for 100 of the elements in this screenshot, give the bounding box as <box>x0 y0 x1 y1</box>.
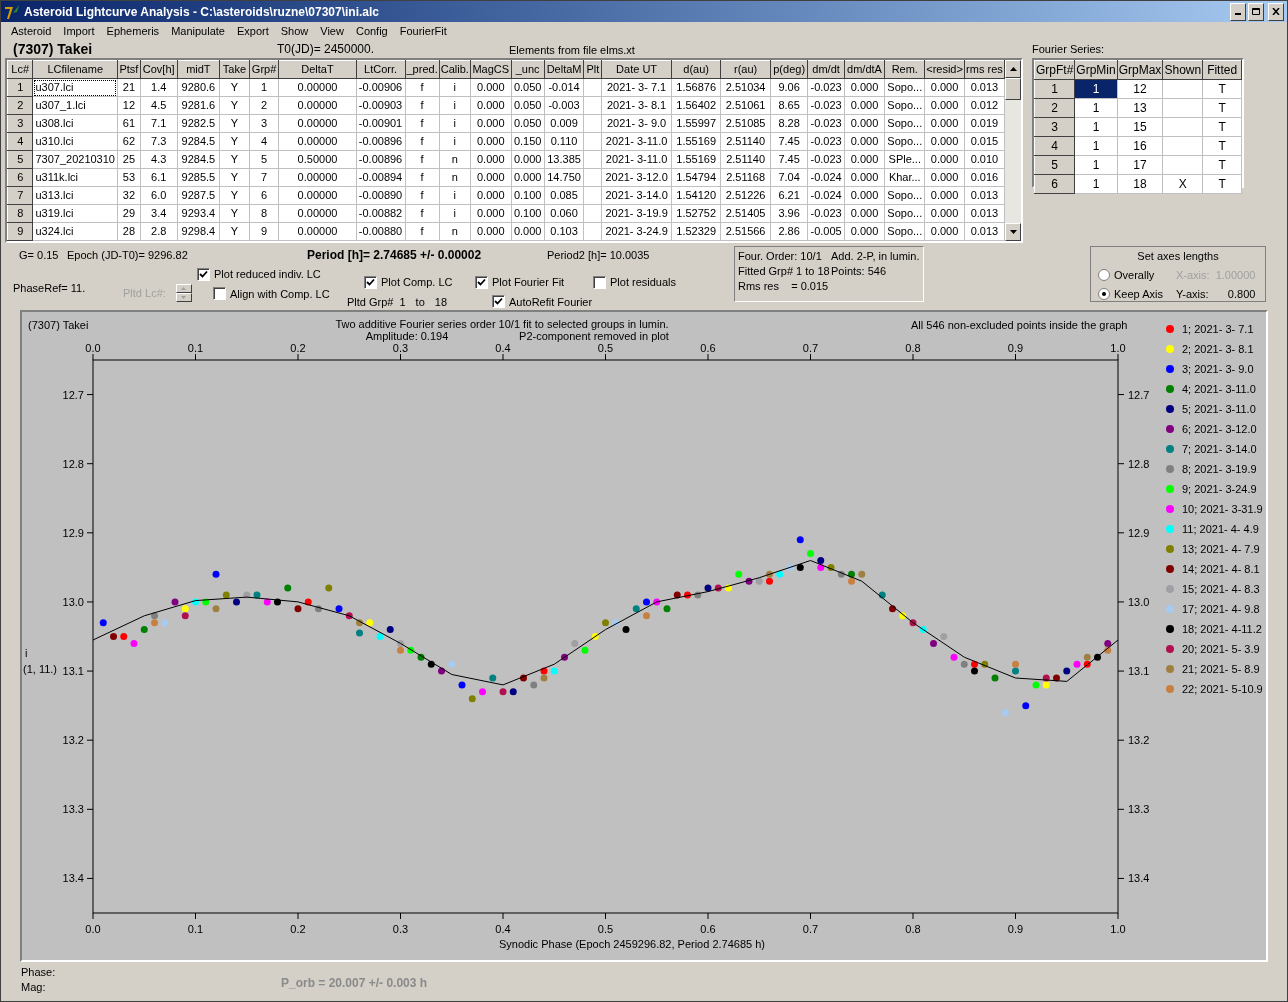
table-cell: 0.000 <box>924 150 965 169</box>
column-header: <resid> <box>924 60 965 79</box>
table-cell: u307.lci <box>32 78 118 97</box>
table-cell: 0.000 <box>470 222 512 241</box>
table-cell: -0.014 <box>544 78 584 97</box>
table-cell: T <box>1202 117 1242 137</box>
legend-label: 11; 2021- 4- 4.9 <box>1182 523 1259 535</box>
table-cell: f <box>405 186 440 205</box>
period-value: Period [h]= 2.74685 +/- 0.00002 <box>307 247 483 264</box>
fit-summary-text: Add. 2-P, in lumin. <box>831 249 920 264</box>
column-header: DeltaT <box>278 60 357 79</box>
epoch-value: Epoch (JD-T0)= 9296.82 <box>67 247 189 263</box>
table-cell: 0.103 <box>544 222 584 241</box>
table-cell: 0.000 <box>924 78 965 97</box>
tick-label: 13.4 <box>1128 872 1150 885</box>
column-header: Rem. <box>884 60 925 79</box>
table-cell: 1.56876 <box>671 78 721 97</box>
fit-summary-text: Rms res = 0.015 <box>738 279 830 294</box>
legend-label: 15; 2021- 4- 8.3 <box>1182 583 1260 595</box>
table-cell: 0.000 <box>470 132 512 151</box>
tick-label: 12.7 <box>1128 388 1150 401</box>
table-cell: SPle... <box>884 150 925 169</box>
table-cell: T <box>1202 155 1242 175</box>
table-cell: 9281.6 <box>177 96 220 115</box>
tick-label: 0.3 <box>392 923 409 935</box>
group-title: Set axes lengths <box>1137 249 1219 264</box>
table-cell: 1.54120 <box>671 186 721 205</box>
table-cell: Khar... <box>884 168 925 187</box>
table-cell: 1.55169 <box>671 132 721 151</box>
table-cell: u319.lci <box>32 204 118 223</box>
table-cell: 6.1 <box>140 168 178 187</box>
table-cell: 2021- 3- 7.1 <box>601 78 672 97</box>
table-cell: 2.51061 <box>720 96 771 115</box>
table-cell: 0.00000 <box>278 186 357 205</box>
table-cell: 1.4 <box>140 78 178 97</box>
menu-item[interactable]: Config <box>349 22 394 40</box>
table-cell: 2.51226 <box>720 186 771 205</box>
column-header: dm/dtA <box>844 60 885 79</box>
table-cell: -0.023 <box>808 150 845 169</box>
menu-item[interactable]: Import <box>57 22 101 40</box>
menu-item[interactable]: Ephemeris <box>100 22 166 40</box>
table-cell: Y <box>219 150 250 169</box>
table-cell: 28 <box>117 222 141 241</box>
checkbox-label: AutoRefit Fourier <box>509 294 593 310</box>
table-cell: 0.050 <box>511 78 545 97</box>
table-cell: f <box>405 96 440 115</box>
table-cell: 0.000 <box>511 150 545 169</box>
table-cell: -0.023 <box>808 78 845 97</box>
legend-label: 4; 2021- 3-11.0 <box>1182 383 1256 395</box>
table-cell: -0.00896 <box>356 150 405 169</box>
table-cell: 0.050 <box>511 96 545 115</box>
table-cell: 0.000 <box>924 204 965 223</box>
table-cell: 9 <box>249 222 279 241</box>
table-cell: 13 <box>1117 98 1163 118</box>
tick-label: 0.0 <box>85 342 101 354</box>
table-cell: 7.1 <box>140 114 178 133</box>
table-cell: 0.000 <box>844 186 885 205</box>
table-cell: f <box>405 78 440 97</box>
table-cell: -0.023 <box>808 114 845 133</box>
table-cell: 2021- 3-14.0 <box>601 186 672 205</box>
table-cell: n <box>439 150 471 169</box>
column-header: rms res <box>964 60 1005 79</box>
checkbox-label: Plot Comp. LC <box>381 275 453 290</box>
table-cell: 12 <box>1117 79 1163 99</box>
table-cell: f <box>405 132 440 151</box>
table-cell: 0.000 <box>844 96 885 115</box>
table-cell: 9284.5 <box>177 150 220 169</box>
table-cell: 0.000 <box>924 222 965 241</box>
menu-item[interactable]: Show <box>274 22 315 40</box>
legend-label: 21; 2021- 5- 8.9 <box>1182 663 1260 675</box>
table-cell: 0.010 <box>964 150 1005 169</box>
table-cell: 1.55997 <box>671 114 721 133</box>
table-cell: i <box>439 132 471 151</box>
column-header: d(au) <box>671 60 721 79</box>
menu-item[interactable]: Asteroid <box>5 22 58 40</box>
table-cell: 1 <box>1074 98 1118 118</box>
legend-label: 20; 2021- 5- 3.9 <box>1182 643 1260 655</box>
table-cell: 0.000 <box>844 114 885 133</box>
phase-label: Phase: <box>21 965 57 980</box>
table-cell: -0.00880 <box>356 222 405 241</box>
table-cell: 17 <box>1117 155 1163 175</box>
table-cell: 0.000 <box>470 78 512 97</box>
menu-item[interactable]: Manipulate <box>165 22 231 40</box>
table-cell: 0.000 <box>511 222 545 241</box>
table-cell: 0.00000 <box>278 114 357 133</box>
table-cell: 9.06 <box>770 78 808 97</box>
table-cell: 0.013 <box>964 186 1005 205</box>
table-cell: -0.024 <box>808 168 845 187</box>
table-cell: 2.51034 <box>720 78 771 97</box>
chart-annotation: P2-component removed in plot <box>519 330 669 342</box>
legend-label: 2; 2021- 3- 8.1 <box>1182 343 1254 355</box>
column-header: midT <box>177 60 220 79</box>
tick-label: 12.9 <box>1128 526 1150 539</box>
table-cell: 2021- 3-11.0 <box>601 150 672 169</box>
table-cell: 0.110 <box>544 132 584 151</box>
menu-item[interactable]: View <box>314 22 350 40</box>
menu-item[interactable]: FourierFit <box>393 22 453 40</box>
tick-label: 12.8 <box>62 457 84 470</box>
menu-item[interactable]: Export <box>230 22 275 40</box>
tick-label: 13.1 <box>1128 665 1150 678</box>
